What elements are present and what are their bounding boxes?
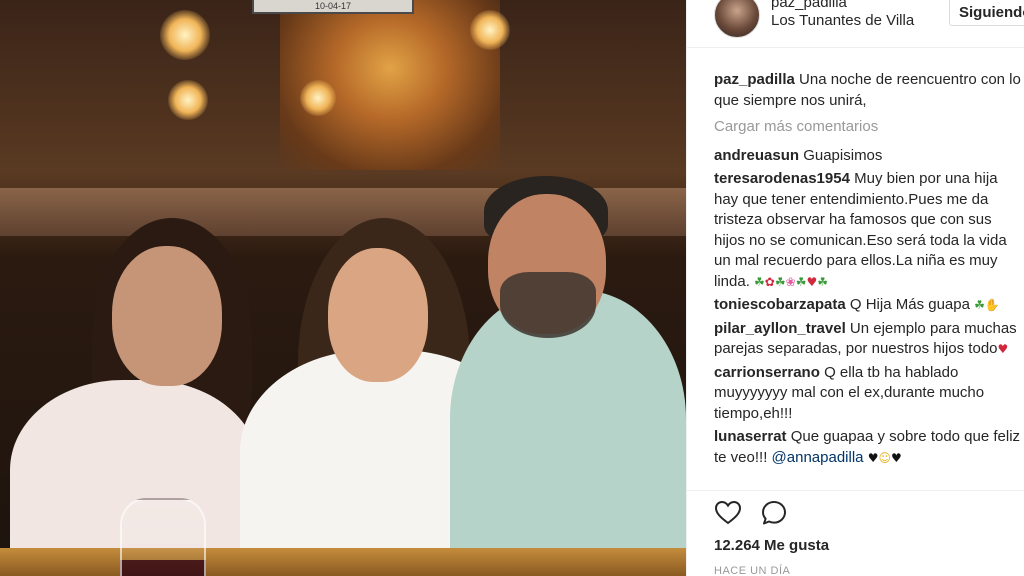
photo-table bbox=[0, 548, 686, 576]
comment-text: Muy bien por una hija hay que tener ente… bbox=[714, 170, 1007, 290]
list-item: lunaserrat Que guapaa y sobre todo que f… bbox=[714, 427, 1024, 468]
photo-face bbox=[112, 246, 222, 386]
emoji-group: ☘✿☘❀☘♥☘ bbox=[754, 273, 828, 290]
post-actions: 12.264 Me gusta HACE UN DÍA bbox=[687, 490, 1024, 576]
black-heart-emoji-icon: ♥ bbox=[890, 450, 902, 465]
photo-lamp bbox=[470, 10, 510, 50]
four-leaf-clover-emoji-icon: ☘ bbox=[974, 298, 985, 312]
avatar[interactable] bbox=[714, 0, 760, 38]
kiss-face-emoji-icon: ☺ bbox=[878, 450, 891, 465]
leaf-emoji-icon: ☘ bbox=[754, 274, 765, 289]
comment-username[interactable]: lunaserrat bbox=[714, 428, 787, 445]
caption-username[interactable]: paz_padilla bbox=[714, 71, 795, 88]
photo-lamp bbox=[160, 10, 210, 60]
comment-text: Q Hija Más guapa bbox=[849, 296, 970, 313]
comment-username[interactable]: andreuasun bbox=[714, 147, 799, 164]
photo-lamp bbox=[168, 80, 208, 120]
comment-text: Guapisimos bbox=[803, 146, 883, 164]
list-item: toniescobarzapata Q Hija Más guapa ☘✋ bbox=[714, 295, 1024, 316]
photo-sign: 10-04-17 bbox=[252, 0, 414, 14]
post-header: paz_padilla Los Tunantes de Villa Siguie… bbox=[687, 0, 1024, 48]
list-item: pilar_ayllon_travel Un ejemplo para much… bbox=[714, 319, 1024, 360]
post-timestamp: HACE UN DÍA bbox=[714, 565, 791, 576]
heart-icon[interactable] bbox=[714, 499, 742, 527]
photo-wine-glass bbox=[120, 498, 206, 576]
load-more-comments-link[interactable]: Cargar más comentarios bbox=[714, 117, 1024, 138]
caption: paz_padilla Una noche de reencuentro con… bbox=[714, 70, 1024, 111]
heart-emoji-icon: ♥ bbox=[997, 342, 1009, 356]
likes-count[interactable]: 12.264 Me gusta bbox=[714, 537, 829, 554]
comment-username[interactable]: toniescobarzapata bbox=[714, 296, 846, 313]
photo-beard bbox=[500, 272, 596, 338]
post-side-panel: paz_padilla Los Tunantes de Villa Siguie… bbox=[686, 0, 1024, 576]
comment-icon[interactable] bbox=[760, 499, 788, 527]
comments-list[interactable]: paz_padilla Una noche de reencuentro con… bbox=[714, 70, 1024, 490]
thumbs-up-emoji-icon: ✋ bbox=[984, 298, 1000, 312]
photo-lamp bbox=[300, 80, 336, 116]
comment-username[interactable]: carrionserrano bbox=[714, 364, 820, 381]
comment-mention-link[interactable]: @annapadilla bbox=[772, 449, 864, 466]
list-item: teresarodenas1954 Muy bien por una hija … bbox=[714, 169, 1024, 292]
rose-emoji-icon: ✿ bbox=[764, 274, 775, 289]
header-username[interactable]: paz_padilla bbox=[771, 0, 847, 11]
list-item: andreuasun Guapisimos bbox=[714, 146, 1024, 167]
leaf-emoji-icon: ☘ bbox=[774, 274, 786, 289]
comment-username[interactable]: pilar_ayllon_travel bbox=[714, 320, 846, 337]
blossom-emoji-icon: ❀ bbox=[785, 274, 796, 289]
black-heart-emoji-icon: ♥ bbox=[867, 450, 879, 465]
photo-face bbox=[328, 248, 428, 382]
list-item: carrionserrano Q ella tb ha hablado muyy… bbox=[714, 363, 1024, 425]
comment-username[interactable]: teresarodenas1954 bbox=[714, 170, 850, 187]
photo-sign-text: 10-04-17 bbox=[314, 1, 352, 11]
leaf-emoji-icon: ☘ bbox=[817, 274, 828, 289]
header-location[interactable]: Los Tunantes de Villa bbox=[771, 12, 914, 29]
following-button[interactable]: Siguiendo bbox=[949, 0, 1024, 26]
broken-heart-emoji-icon: ♥ bbox=[806, 274, 818, 289]
leaf-emoji-icon: ☘ bbox=[795, 274, 807, 289]
post-photo[interactable]: 10-04-17 bbox=[0, 0, 686, 576]
